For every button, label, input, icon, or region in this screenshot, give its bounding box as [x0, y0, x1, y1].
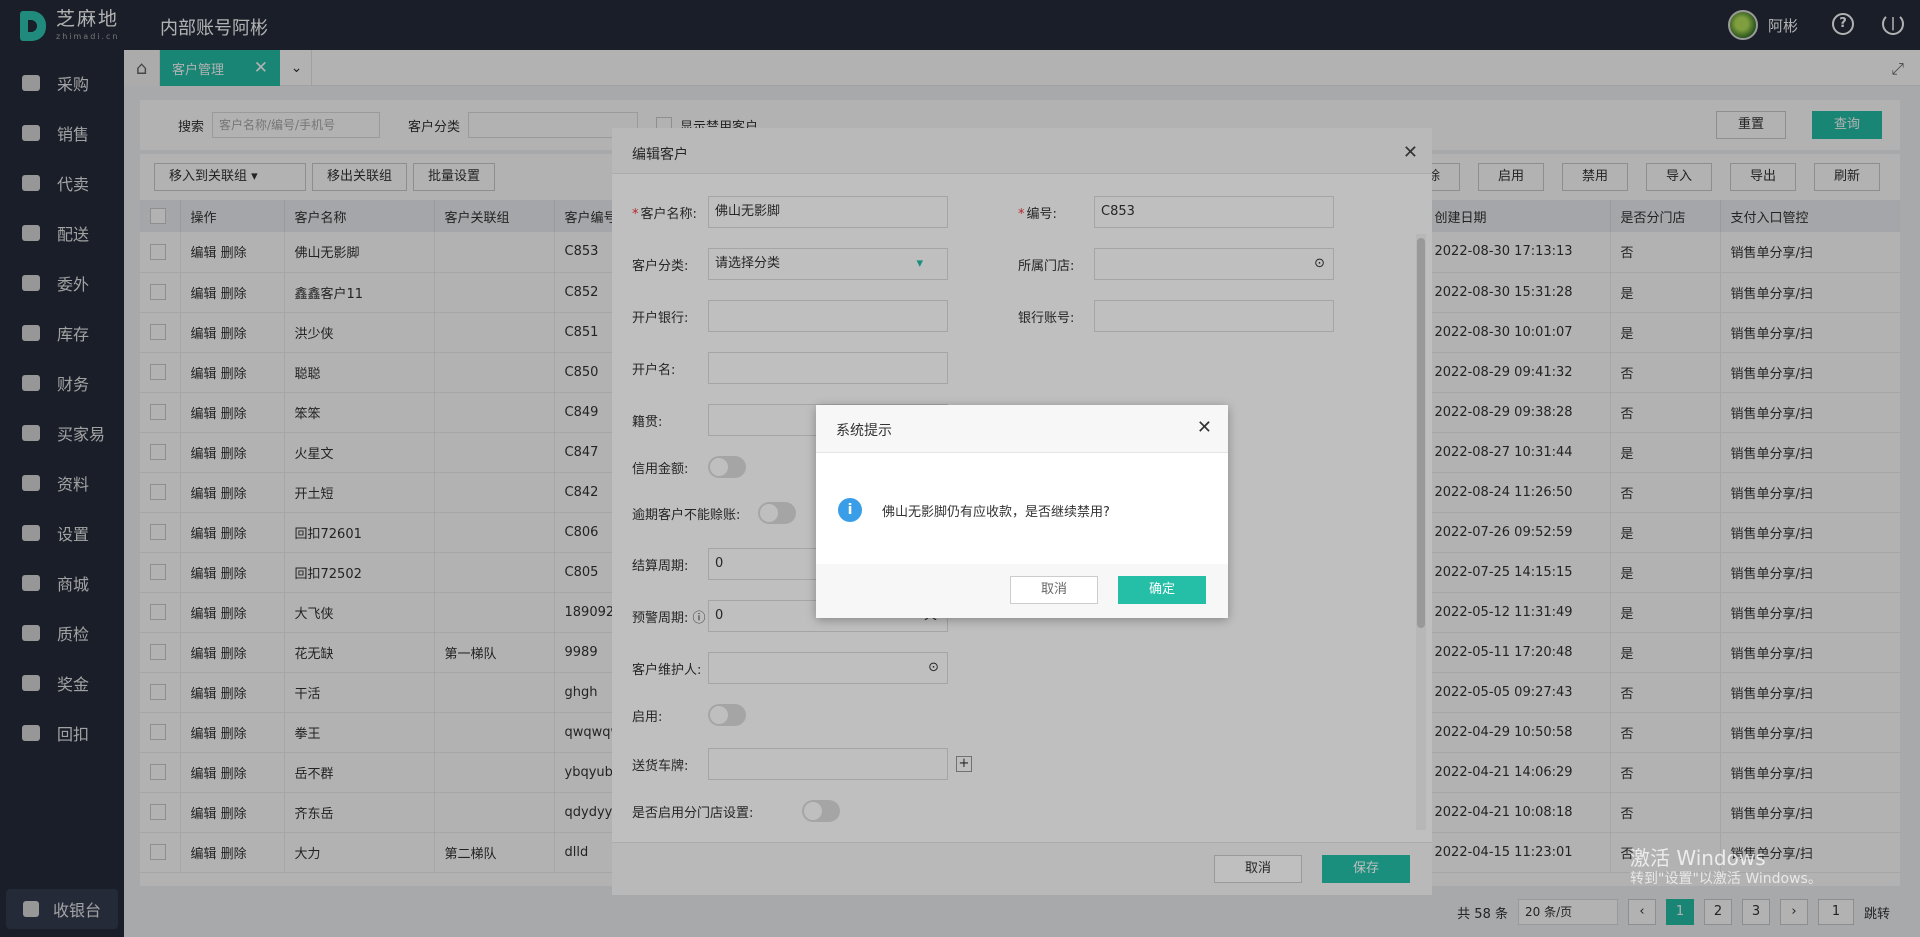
confirm-button[interactable]: 确定 — [1118, 576, 1206, 604]
activation-watermark: 激活 Windows — [1630, 846, 1766, 870]
info-icon: i — [838, 498, 862, 522]
alert-footer: 取消 确定 — [816, 564, 1228, 618]
alert-message: 佛山无影脚仍有应收款，是否继续禁用? — [882, 505, 1110, 520]
alert-title: 系统提示 — [816, 405, 1228, 453]
activation-watermark-sub: 转到"设置"以激活 Windows。 — [1630, 871, 1822, 887]
close-icon[interactable]: ✕ — [1197, 417, 1212, 438]
cancel-button[interactable]: 取消 — [1010, 576, 1098, 604]
system-alert-dialog: 系统提示 ✕ i 佛山无影脚仍有应收款，是否继续禁用? 取消 确定 — [816, 405, 1228, 618]
